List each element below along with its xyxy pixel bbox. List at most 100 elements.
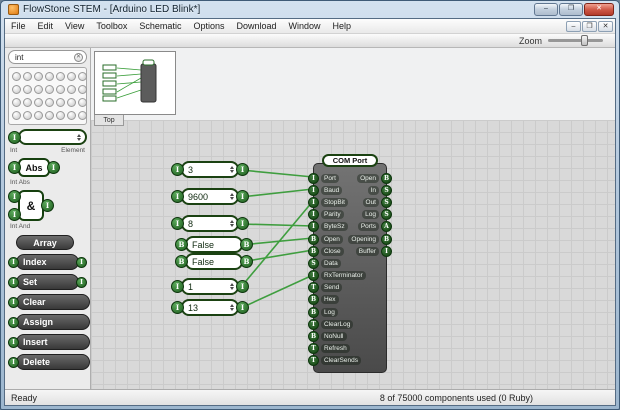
menu-edit[interactable]: Edit — [32, 19, 60, 33]
palette-icon[interactable] — [45, 85, 54, 94]
output-connector[interactable]: I — [236, 217, 249, 230]
int-value-component[interactable]: I 8 I — [171, 215, 249, 232]
input-connector[interactable]: I — [8, 130, 21, 144]
menu-toolbox[interactable]: Toolbox — [90, 19, 133, 33]
palette-icon[interactable] — [23, 72, 32, 81]
output-connector[interactable]: I — [41, 199, 54, 212]
value-text[interactable]: 3 — [188, 165, 230, 175]
module-body[interactable]: I Port I Baud I StopBit I Parity I ByteSz B Op… — [308, 163, 392, 373]
input-connector[interactable]: B — [308, 233, 319, 245]
input-connector[interactable]: I — [8, 336, 19, 348]
palette-icon[interactable] — [12, 98, 21, 107]
array-item-label[interactable]: Index — [16, 254, 79, 270]
zoom-slider[interactable] — [548, 35, 603, 46]
navigator-tab-top[interactable]: Top — [94, 115, 124, 126]
output-connector[interactable]: I — [76, 276, 87, 288]
titlebar[interactable]: FlowStone STEM - [Arduino LED Blink*] – … — [4, 1, 616, 18]
input-connector[interactable]: B — [308, 306, 319, 318]
input-connector[interactable]: T — [308, 282, 319, 294]
clear-search-icon[interactable]: ✕ — [74, 52, 83, 62]
maximize-button[interactable]: ❐ — [559, 3, 583, 16]
close-button[interactable]: ✕ — [584, 3, 614, 16]
input-connector[interactable]: I — [171, 163, 184, 176]
input-connector[interactable]: B — [175, 238, 188, 251]
array-item-label[interactable]: Assign — [16, 314, 90, 330]
int-value-component[interactable]: I 9600 I — [171, 188, 249, 205]
input-connector[interactable]: I — [308, 196, 319, 208]
output-connector[interactable]: S — [381, 196, 392, 208]
output-connector[interactable]: I — [236, 301, 249, 314]
spinner-icon[interactable] — [230, 166, 234, 173]
input-connector[interactable]: B — [308, 294, 319, 306]
palette-icon[interactable] — [23, 85, 32, 94]
int-value-component[interactable]: I 1 I — [171, 278, 249, 295]
palette-icon[interactable] — [45, 111, 54, 120]
menu-schematic[interactable]: Schematic — [133, 19, 187, 33]
input-connector[interactable]: B — [308, 245, 319, 257]
component-array-set[interactable]: I Set I — [8, 274, 87, 290]
input-connector[interactable]: I — [171, 280, 184, 293]
output-connector[interactable]: I — [236, 190, 249, 203]
spinner-icon[interactable] — [230, 193, 234, 200]
menu-options[interactable]: Options — [187, 19, 230, 33]
input-connector[interactable]: I — [308, 172, 319, 184]
value-text[interactable]: 13 — [188, 303, 230, 313]
value-text[interactable]: 8 — [188, 219, 230, 229]
input-connector[interactable]: I — [8, 190, 21, 203]
input-connector[interactable]: I — [8, 256, 19, 268]
minimize-button[interactable]: – — [534, 3, 558, 16]
array-item-label[interactable]: Clear — [16, 294, 90, 310]
menu-window[interactable]: Window — [283, 19, 327, 33]
palette-icon[interactable] — [67, 85, 76, 94]
palette-icon[interactable] — [34, 85, 43, 94]
input-connector[interactable]: I — [171, 217, 184, 230]
menu-help[interactable]: Help — [327, 19, 358, 33]
input-connector[interactable]: T — [308, 343, 319, 355]
output-connector[interactable]: I — [381, 245, 392, 257]
palette-icon[interactable] — [23, 111, 32, 120]
palette-icon[interactable] — [34, 111, 43, 120]
spinner-icon[interactable] — [230, 304, 234, 311]
output-connector[interactable]: I — [47, 161, 60, 174]
input-connector[interactable]: I — [171, 301, 184, 314]
palette-icon[interactable] — [45, 72, 54, 81]
mdi-minimize-button[interactable]: – — [566, 20, 581, 32]
input-connector[interactable]: S — [308, 257, 319, 269]
palette-icon[interactable] — [56, 72, 65, 81]
component-array-insert[interactable]: I Insert — [8, 334, 90, 350]
bool-value-component[interactable]: B False B — [175, 236, 253, 253]
menu-download[interactable]: Download — [230, 19, 282, 33]
palette-icon[interactable] — [78, 111, 87, 120]
palette-icon[interactable] — [23, 98, 32, 107]
input-connector[interactable]: I — [8, 296, 19, 308]
palette-icon[interactable] — [12, 85, 21, 94]
spinner-icon[interactable] — [230, 283, 234, 290]
bool-value-component[interactable]: B False B — [175, 253, 253, 270]
palette-icon[interactable] — [12, 72, 21, 81]
abs-box[interactable]: Abs — [18, 158, 50, 177]
output-connector[interactable]: I — [236, 280, 249, 293]
int-value-component[interactable]: I 3 I — [171, 161, 249, 178]
component-int-abs[interactable]: I Abs I — [8, 158, 87, 177]
input-connector[interactable]: B — [175, 255, 188, 268]
input-connector[interactable]: T — [308, 318, 319, 330]
output-connector[interactable]: B — [381, 172, 392, 184]
output-connector[interactable]: I — [236, 163, 249, 176]
palette-icon[interactable] — [45, 98, 54, 107]
palette-icon[interactable] — [67, 72, 76, 81]
menu-file[interactable]: File — [5, 19, 32, 33]
input-connector[interactable]: I — [308, 184, 319, 196]
value-text[interactable]: False — [192, 240, 238, 250]
value-text[interactable]: 9600 — [188, 192, 230, 202]
input-connector[interactable]: I — [8, 276, 19, 288]
array-header[interactable]: Array — [16, 235, 74, 250]
input-connector[interactable]: I — [8, 356, 19, 368]
navigator-thumbnail[interactable] — [94, 51, 176, 115]
array-item-label[interactable]: Set — [16, 274, 79, 290]
schematic-canvas[interactable]: Top I 3 I I 9600 I I 8 I B False B B Fal… — [91, 48, 615, 389]
palette-icon[interactable] — [78, 85, 87, 94]
output-connector[interactable]: B — [381, 233, 392, 245]
palette-icon[interactable] — [67, 111, 76, 120]
array-item-label[interactable]: Insert — [16, 334, 90, 350]
palette-icon[interactable] — [67, 98, 76, 107]
